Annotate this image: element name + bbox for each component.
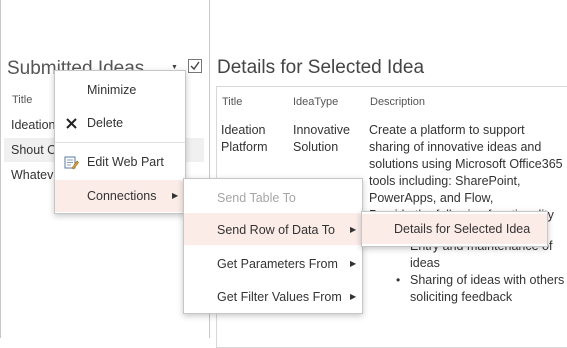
bullet-text: ideas	[410, 256, 440, 270]
list-item[interactable]: Whatev	[11, 168, 53, 182]
cell-description: Create a platform to support sharing of …	[369, 123, 563, 222]
chevron-right-icon: ▶	[350, 292, 357, 301]
column-header-description[interactable]: Description	[370, 96, 425, 108]
bullet-text: Sharing of ideas with others	[410, 273, 565, 287]
menu-item-connections[interactable]: Connections ▶	[55, 180, 185, 212]
chevron-right-icon: ▶	[350, 259, 357, 268]
list-item[interactable]: Ideation	[11, 118, 55, 132]
webpart-select-checkbox[interactable]	[188, 59, 202, 73]
checkmark-icon	[190, 61, 200, 71]
menu-item-send-row-of-data-to[interactable]: Send Row of Data To ▶	[184, 213, 362, 245]
menu-item-send-table-to: Send Table To	[217, 191, 296, 205]
connections-submenu: Send Table To Send Row of Data To ▶ Get …	[183, 178, 363, 314]
cell-ideatype: Innovative Solution	[293, 123, 350, 154]
bullet-text: soliciting feedback	[410, 290, 513, 304]
menu-separator	[55, 142, 185, 143]
menu-item-get-filter-values-from[interactable]: Get Filter Values From ▶	[184, 280, 362, 312]
close-icon	[66, 118, 77, 132]
menu-item-edit-web-part[interactable]: Edit Web Part	[55, 147, 185, 177]
details-title: Details for Selected Idea	[217, 57, 425, 78]
column-header-title[interactable]: Title	[12, 94, 32, 106]
column-header-title[interactable]: Title	[222, 96, 242, 108]
cell-title: Ideation Platform	[221, 123, 268, 154]
webpart-context-menu: Minimize Delete Edit Web Part Connection…	[54, 70, 186, 214]
menu-item-delete[interactable]: Delete	[55, 109, 185, 139]
column-header-ideatype[interactable]: IdeaType	[293, 96, 338, 108]
menu-item-minimize[interactable]: Minimize	[55, 75, 185, 105]
list-item[interactable]: Shout C	[11, 143, 56, 157]
menu-item-get-parameters-from[interactable]: Get Parameters From ▶	[184, 247, 362, 279]
bullet-icon: •	[396, 273, 401, 287]
edit-web-part-icon	[64, 155, 79, 173]
chevron-right-icon: ▶	[172, 191, 179, 200]
chevron-right-icon: ▶	[350, 225, 357, 234]
left-border	[0, 0, 1, 338]
menu-item-details-for-selected-idea[interactable]: Details for Selected Idea	[362, 214, 547, 244]
send-row-submenu: Details for Selected Idea	[361, 211, 548, 247]
